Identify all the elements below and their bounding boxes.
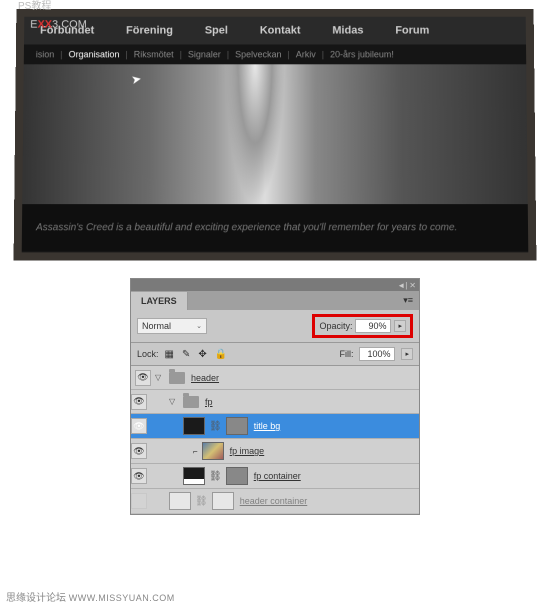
layer-thumbnail[interactable] bbox=[183, 467, 205, 485]
layer-row[interactable]: 👁 ⛓ fp container bbox=[131, 464, 419, 489]
footer-watermark: 思缘设计论坛 WWW.MISSYUAN.COM bbox=[6, 589, 175, 604]
close-icon[interactable]: ✕ bbox=[409, 281, 416, 290]
lock-pixels-icon[interactable]: ✎ bbox=[182, 349, 190, 360]
opacity-label: Opacity: bbox=[319, 321, 352, 331]
layer-name[interactable]: title bg bbox=[254, 421, 281, 431]
layer-name[interactable]: header bbox=[191, 373, 219, 383]
site-watermark: EXX3.COM bbox=[30, 19, 87, 31]
blend-mode-dropdown[interactable]: Normal⌄ bbox=[137, 318, 207, 334]
folder-icon bbox=[183, 396, 199, 408]
nav-item[interactable]: Förening bbox=[126, 25, 173, 37]
disclosure-icon[interactable]: ▽ bbox=[155, 373, 165, 382]
subnav-item-active[interactable]: Organisation bbox=[69, 49, 120, 59]
layer-thumbnail[interactable] bbox=[169, 492, 191, 510]
visibility-icon[interactable]: 👁 bbox=[131, 468, 147, 484]
opacity-flyout-icon[interactable]: ▸ bbox=[394, 320, 406, 332]
primary-nav: Förbundet Förening Spel Kontakt Midas Fo… bbox=[24, 17, 526, 45]
visibility-icon[interactable]: 👁 bbox=[131, 394, 147, 410]
panel-menu-icon[interactable]: ▾≡ bbox=[397, 291, 419, 310]
link-icon[interactable]: ⛓ bbox=[209, 421, 222, 432]
fill-input[interactable]: 100% bbox=[359, 347, 395, 361]
tab-ghost bbox=[188, 297, 268, 305]
collapse-icon[interactable]: ◄| bbox=[397, 281, 407, 290]
clip-icon: ⌐ bbox=[193, 447, 198, 456]
visibility-icon[interactable]: 👁 bbox=[131, 443, 147, 459]
layer-thumbnail[interactable] bbox=[202, 442, 224, 460]
lock-fill-row: Lock: ▦ ✎ ✥ 🔒 Fill: 100% ▸ bbox=[131, 343, 419, 366]
fill-flyout-icon[interactable]: ▸ bbox=[401, 348, 413, 360]
subnav-item[interactable]: 20-års jubileum! bbox=[330, 49, 394, 59]
lock-transparency-icon[interactable]: ▦ bbox=[165, 349, 174, 360]
visibility-icon[interactable]: 👁 bbox=[135, 370, 151, 386]
visibility-icon[interactable]: 👁 bbox=[131, 418, 147, 434]
lock-all-icon[interactable]: 🔒 bbox=[215, 349, 227, 360]
browser-mockup-image: EXX3.COM Förbundet Förening Spel Kontakt… bbox=[14, 9, 537, 261]
layers-tab[interactable]: LAYERS bbox=[131, 292, 188, 310]
mask-thumbnail[interactable] bbox=[212, 492, 234, 510]
subnav-item[interactable]: ision bbox=[36, 49, 55, 59]
lock-icons: ▦ ✎ ✥ 🔒 bbox=[165, 349, 228, 360]
visibility-icon[interactable] bbox=[131, 493, 147, 509]
fill-label: Fill: bbox=[339, 349, 353, 359]
nav-item[interactable]: Kontakt bbox=[260, 25, 301, 37]
layers-panel: ◄| ✕ LAYERS ▾≡ Normal⌄ Opacity: 90% ▸ Lo… bbox=[130, 278, 420, 515]
hero-figure bbox=[224, 64, 284, 204]
folder-icon bbox=[169, 372, 185, 384]
blend-opacity-row: Normal⌄ Opacity: 90% ▸ bbox=[131, 310, 419, 343]
nav-item[interactable]: Midas bbox=[332, 25, 363, 37]
subnav-item[interactable]: Riksmötet bbox=[134, 49, 174, 59]
layer-thumbnail[interactable] bbox=[183, 417, 205, 435]
opacity-highlight-box: Opacity: 90% ▸ bbox=[312, 314, 413, 338]
mask-thumbnail[interactable] bbox=[226, 417, 248, 435]
layer-row-group[interactable]: 👁 ▽ fp bbox=[131, 390, 419, 414]
layer-name[interactable]: fp image bbox=[230, 446, 265, 456]
nav-item[interactable]: Forum bbox=[395, 25, 429, 37]
layer-row[interactable]: ⛓ header container bbox=[131, 489, 419, 514]
layer-row-selected[interactable]: 👁 ⛓ title bg bbox=[131, 414, 419, 439]
subnav-item[interactable]: Signaler bbox=[188, 49, 221, 59]
tutorial-watermark: PS教程 bbox=[18, 0, 51, 12]
secondary-nav: ision| Organisation| Riksmötet| Signaler… bbox=[24, 44, 526, 64]
hero-banner-image bbox=[22, 64, 528, 204]
nav-item[interactable]: Spel bbox=[205, 25, 228, 37]
layer-row-group[interactable]: 👁 ▽ header bbox=[131, 366, 419, 390]
disclosure-icon[interactable]: ▽ bbox=[169, 397, 179, 406]
lock-position-icon[interactable]: ✥ bbox=[198, 349, 206, 360]
lock-label: Lock: bbox=[137, 349, 159, 359]
panel-tabs: LAYERS ▾≡ bbox=[131, 291, 419, 310]
mask-thumbnail[interactable] bbox=[226, 467, 248, 485]
opacity-input[interactable]: 90% bbox=[355, 319, 391, 333]
link-icon[interactable]: ⛓ bbox=[209, 471, 222, 482]
layer-row[interactable]: 👁 ⌐ fp image bbox=[131, 439, 419, 464]
hero-caption: Assassin's Creed is a beautiful and exci… bbox=[22, 204, 529, 251]
cursor-icon: ➤ bbox=[130, 71, 142, 86]
layer-list: 👁 ▽ header 👁 ▽ fp 👁 ⛓ title bg 👁 ⌐ fp im… bbox=[131, 366, 419, 514]
layer-name[interactable]: header container bbox=[240, 496, 308, 506]
chevron-down-icon: ⌄ bbox=[196, 322, 202, 330]
layer-name[interactable]: fp container bbox=[254, 471, 301, 481]
subnav-item[interactable]: Arkiv bbox=[296, 49, 316, 59]
panel-titlebar: ◄| ✕ bbox=[131, 279, 419, 291]
subnav-item[interactable]: Spelveckan bbox=[235, 49, 281, 59]
layer-name[interactable]: fp bbox=[205, 397, 213, 407]
link-icon[interactable]: ⛓ bbox=[195, 496, 208, 507]
